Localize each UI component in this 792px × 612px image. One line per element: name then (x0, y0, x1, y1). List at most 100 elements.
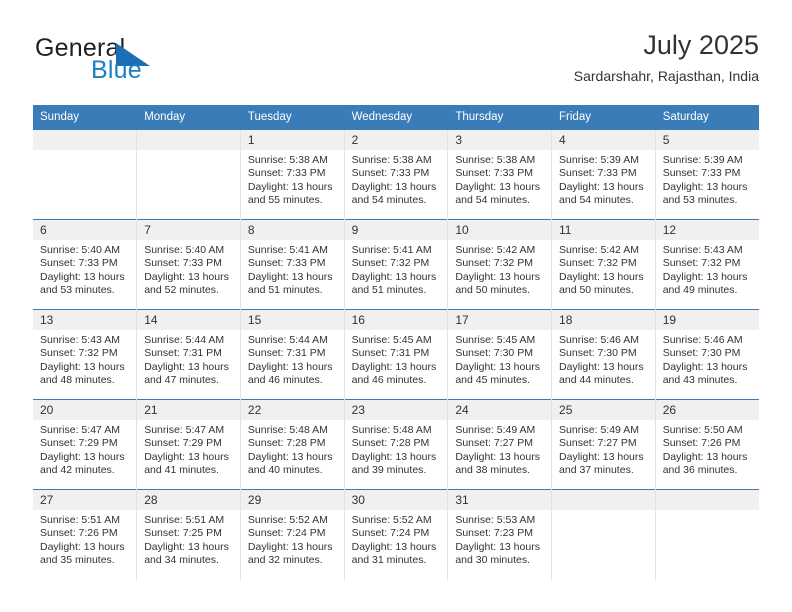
calendar-day-cell[interactable]: 2 Sunrise: 5:38 AM Sunset: 7:33 PM Daylight… (344, 129, 449, 220)
daylight-text-line2: and 47 minutes. (144, 374, 219, 387)
day-sun-info: Sunrise: 5:43 AM Sunset: 7:32 PM Daylight:… (33, 330, 136, 388)
calendar-cell-empty (33, 129, 138, 220)
daylight-text-line1: Daylight: 13 hours (144, 360, 229, 373)
weekday-header-wednesday: Wednesday (344, 105, 449, 130)
sunset-text: Sunset: 7:33 PM (559, 167, 637, 180)
calendar-day-cell[interactable]: 18 Sunrise: 5:46 AM Sunset: 7:30 PM Dayligh… (551, 309, 656, 400)
sunset-text: Sunset: 7:30 PM (559, 347, 637, 360)
day-sun-info: Sunrise: 5:38 AM Sunset: 7:33 PM Daylight:… (448, 150, 551, 208)
sunrise-text: Sunrise: 5:53 AM (455, 514, 536, 526)
day-number (137, 130, 240, 150)
daylight-text-line1: Daylight: 13 hours (559, 360, 644, 373)
sunrise-text: Sunrise: 5:48 AM (351, 424, 432, 436)
day-number: 6 (33, 220, 137, 240)
sunrise-text: Sunrise: 5:46 AM (662, 334, 743, 346)
calendar-day-cell[interactable]: 21 Sunrise: 5:47 AM Sunset: 7:29 PM Dayligh… (136, 399, 241, 490)
sunset-text: Sunset: 7:27 PM (455, 437, 533, 450)
day-number: 21 (137, 400, 240, 420)
calendar-day-cell[interactable]: 29 Sunrise: 5:52 AM Sunset: 7:24 PM Dayligh… (240, 489, 345, 580)
sunset-text: Sunset: 7:33 PM (455, 167, 533, 180)
calendar-day-cell[interactable]: 23 Sunrise: 5:48 AM Sunset: 7:28 PM Dayligh… (344, 399, 449, 490)
day-sun-info: Sunrise: 5:51 AM Sunset: 7:25 PM Daylight:… (137, 510, 240, 568)
calendar-day-cell[interactable]: 16 Sunrise: 5:45 AM Sunset: 7:31 PM Dayligh… (344, 309, 449, 400)
calendar-day-cell[interactable]: 22 Sunrise: 5:48 AM Sunset: 7:28 PM Dayligh… (240, 399, 345, 490)
daylight-text-line1: Daylight: 13 hours (559, 180, 644, 193)
daylight-text-line1: Daylight: 13 hours (247, 360, 333, 373)
sunrise-text: Sunrise: 5:47 AM (40, 424, 120, 436)
daylight-text-line2: and 54 minutes. (559, 194, 634, 207)
day-sun-info: Sunrise: 5:47 AM Sunset: 7:29 PM Daylight:… (137, 420, 240, 478)
page-header: General Blue July 2025 Sardarshahr, Raja… (33, 28, 759, 90)
calendar-day-cell[interactable]: 11 Sunrise: 5:42 AM Sunset: 7:32 PM Dayligh… (551, 219, 656, 310)
sunset-text: Sunset: 7:33 PM (247, 257, 326, 270)
daylight-text-line2: and 50 minutes. (559, 284, 634, 297)
daylight-text-line1: Daylight: 13 hours (247, 450, 333, 463)
calendar-day-cell[interactable]: 25 Sunrise: 5:49 AM Sunset: 7:27 PM Dayligh… (551, 399, 656, 490)
day-number: 16 (344, 310, 448, 330)
title-block: July 2025 Sardarshahr, Rajasthan, India (574, 28, 759, 86)
day-sun-info: Sunrise: 5:48 AM Sunset: 7:28 PM Daylight:… (241, 420, 344, 478)
day-sun-info: Sunrise: 5:38 AM Sunset: 7:33 PM Daylight:… (241, 150, 344, 208)
day-number (655, 490, 759, 510)
daylight-text-line1: Daylight: 13 hours (455, 450, 540, 463)
weekday-header-sunday: Sunday (33, 105, 138, 130)
calendar-day-cell[interactable]: 15 Sunrise: 5:44 AM Sunset: 7:31 PM Dayligh… (240, 309, 345, 400)
calendar-day-cell[interactable]: 6 Sunrise: 5:40 AM Sunset: 7:33 PM Daylight… (33, 219, 138, 310)
calendar-day-cell[interactable]: 28 Sunrise: 5:51 AM Sunset: 7:25 PM Dayligh… (136, 489, 241, 580)
sunrise-text: Sunrise: 5:42 AM (559, 244, 639, 256)
day-sun-info: Sunrise: 5:52 AM Sunset: 7:24 PM Daylight:… (345, 510, 448, 568)
sunrise-text: Sunrise: 5:40 AM (40, 244, 120, 256)
day-number: 23 (344, 400, 448, 420)
sunset-text: Sunset: 7:32 PM (559, 257, 637, 270)
sunrise-text: Sunrise: 5:41 AM (351, 244, 432, 256)
day-sun-info: Sunrise: 5:45 AM Sunset: 7:31 PM Daylight:… (345, 330, 448, 388)
calendar-day-cell[interactable]: 30 Sunrise: 5:52 AM Sunset: 7:24 PM Dayligh… (344, 489, 449, 580)
sunrise-text: Sunrise: 5:49 AM (559, 424, 639, 436)
calendar-day-cell[interactable]: 5 Sunrise: 5:39 AM Sunset: 7:33 PM Daylight… (655, 129, 759, 220)
calendar-day-cell[interactable]: 4 Sunrise: 5:39 AM Sunset: 7:33 PM Daylight… (551, 129, 656, 220)
calendar-day-cell[interactable]: 17 Sunrise: 5:45 AM Sunset: 7:30 PM Dayligh… (447, 309, 553, 400)
day-sun-info: Sunrise: 5:53 AM Sunset: 7:23 PM Daylight:… (448, 510, 551, 568)
daylight-text-line2: and 52 minutes. (144, 284, 219, 297)
daylight-text-line2: and 54 minutes. (351, 194, 427, 207)
sunrise-text: Sunrise: 5:45 AM (455, 334, 536, 346)
day-sun-info: Sunrise: 5:38 AM Sunset: 7:33 PM Daylight:… (345, 150, 448, 208)
calendar-day-cell[interactable]: 19 Sunrise: 5:46 AM Sunset: 7:30 PM Dayligh… (655, 309, 759, 400)
day-number: 19 (655, 310, 759, 330)
calendar-week-row: 6 Sunrise: 5:40 AM Sunset: 7:33 PM Daylight… (33, 219, 759, 310)
daylight-text-line2: and 36 minutes. (662, 464, 738, 477)
day-number: 10 (448, 220, 552, 240)
calendar-day-cell[interactable]: 12 Sunrise: 5:43 AM Sunset: 7:32 PM Dayligh… (655, 219, 759, 310)
day-number: 5 (655, 130, 759, 150)
calendar-day-cell[interactable]: 27 Sunrise: 5:51 AM Sunset: 7:26 PM Dayligh… (33, 489, 138, 580)
page-subtitle: Sardarshahr, Rajasthan, India (573, 68, 759, 84)
day-number: 9 (344, 220, 448, 240)
calendar-day-cell[interactable]: 31 Sunrise: 5:53 AM Sunset: 7:23 PM Dayligh… (447, 489, 553, 580)
calendar-day-cell[interactable]: 14 Sunrise: 5:44 AM Sunset: 7:31 PM Dayligh… (136, 309, 241, 400)
sunset-text: Sunset: 7:26 PM (662, 437, 741, 450)
calendar-day-cell[interactable]: 24 Sunrise: 5:49 AM Sunset: 7:27 PM Dayligh… (447, 399, 553, 490)
daylight-text-line2: and 40 minutes. (247, 464, 323, 477)
sunset-text: Sunset: 7:25 PM (144, 527, 222, 540)
brand-logo[interactable]: General Blue (33, 34, 263, 90)
calendar-day-cell[interactable]: 9 Sunrise: 5:41 AM Sunset: 7:32 PM Daylight… (344, 219, 449, 310)
calendar-day-cell[interactable]: 7 Sunrise: 5:40 AM Sunset: 7:33 PM Daylight… (136, 219, 241, 310)
sunrise-text: Sunrise: 5:40 AM (144, 244, 225, 256)
calendar-cell-empty (136, 129, 241, 220)
calendar-day-cell[interactable]: 26 Sunrise: 5:50 AM Sunset: 7:26 PM Dayligh… (655, 399, 759, 490)
calendar-day-cell[interactable]: 8 Sunrise: 5:41 AM Sunset: 7:33 PM Daylight… (240, 219, 345, 310)
daylight-text-line2: and 48 minutes. (40, 374, 115, 387)
sunrise-text: Sunrise: 5:43 AM (662, 244, 743, 256)
day-number: 27 (33, 490, 137, 510)
day-number: 24 (448, 400, 552, 420)
calendar-day-cell[interactable]: 3 Sunrise: 5:38 AM Sunset: 7:33 PM Daylight… (447, 129, 553, 220)
sunrise-text: Sunrise: 5:39 AM (559, 154, 639, 166)
calendar-day-cell[interactable]: 13 Sunrise: 5:43 AM Sunset: 7:32 PM Dayligh… (33, 309, 138, 400)
daylight-text-line1: Daylight: 13 hours (351, 360, 437, 373)
sunset-text: Sunset: 7:32 PM (662, 257, 741, 270)
calendar-day-cell[interactable]: 10 Sunrise: 5:42 AM Sunset: 7:32 PM Dayligh… (447, 219, 553, 310)
calendar-day-cell[interactable]: 1 Sunrise: 5:38 AM Sunset: 7:33 PM Daylight… (240, 129, 345, 220)
daylight-text-line1: Daylight: 13 hours (455, 540, 540, 553)
daylight-text-line2: and 46 minutes. (247, 374, 323, 387)
calendar-day-cell[interactable]: 20 Sunrise: 5:47 AM Sunset: 7:29 PM Dayligh… (33, 399, 138, 490)
